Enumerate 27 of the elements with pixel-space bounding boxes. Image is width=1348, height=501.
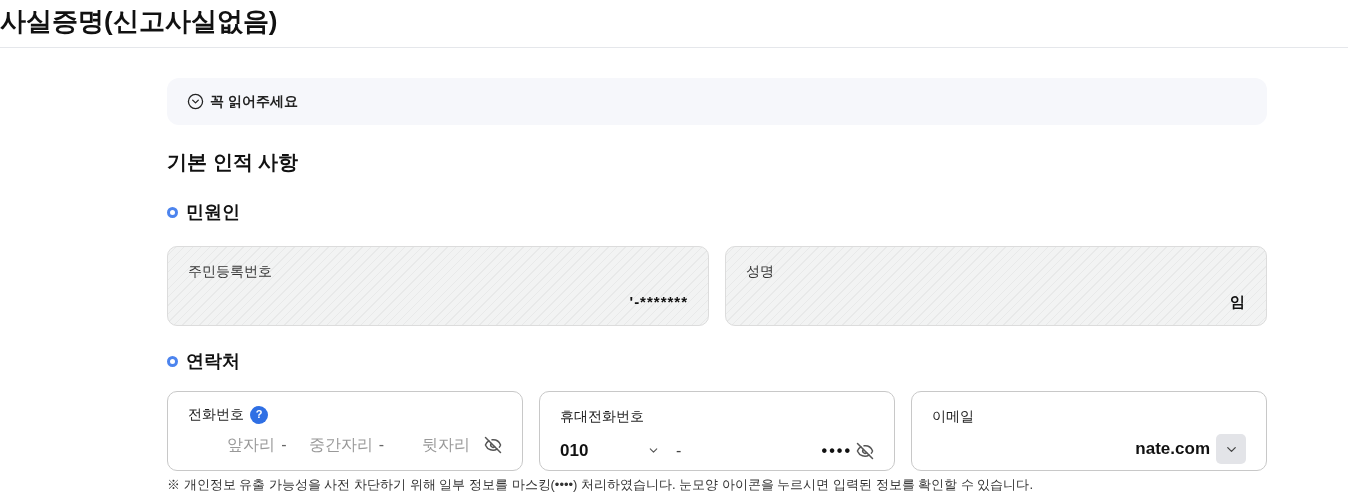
phone-part-input[interactable]: 중간자리 — [300, 433, 373, 457]
subsection-title: 연락처 — [186, 350, 240, 373]
phone-part-input[interactable]: 뒷자리 — [398, 433, 470, 457]
masking-notice: ※ 개인정보 유출 가능성을 사전 차단하기 위해 일부 정보를 마스킹(••••) 처리하였습니다. 눈모양 아이콘을 누르시면 입력된 정보를 확인할 수 있습니다. — [167, 476, 1035, 494]
email-domain: nate.com — [1135, 438, 1210, 461]
field-label: 전화번호 — [188, 405, 244, 424]
masked-number: •••• — [821, 440, 852, 461]
phone-part-input[interactable]: 앞자리 — [203, 433, 276, 457]
separator: - — [281, 435, 287, 455]
prefix-select[interactable]: 010 — [560, 438, 660, 464]
bullet-icon — [167, 356, 178, 367]
field-value: '-******* — [629, 291, 688, 312]
page-title: 사실증명(신고사실없음) — [0, 7, 278, 38]
field-label: 이메일 — [932, 408, 974, 424]
separator: - — [676, 440, 682, 461]
notice-toggle[interactable]: 꼭 읽어주세요 — [167, 78, 1267, 125]
help-icon[interactable]: ? — [250, 405, 268, 424]
field-label: 주민등록번호 — [188, 262, 273, 281]
eye-off-icon[interactable] — [484, 436, 502, 454]
section-title: 기본 인적 사항 — [167, 150, 300, 175]
bullet-icon — [167, 207, 178, 218]
field-label: 휴대전화번호 — [560, 408, 644, 424]
field-label: 성명 — [746, 262, 775, 281]
eye-off-icon[interactable] — [856, 441, 874, 460]
subsection-title: 민원인 — [186, 201, 240, 224]
separator: - — [378, 435, 384, 455]
field-value: 임 — [1230, 291, 1246, 312]
